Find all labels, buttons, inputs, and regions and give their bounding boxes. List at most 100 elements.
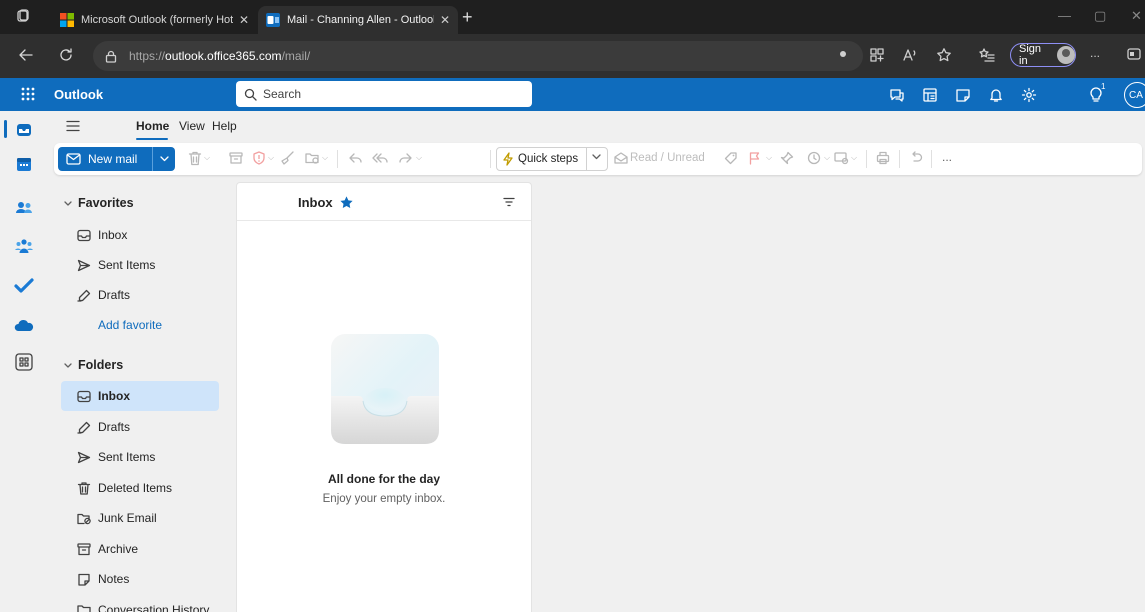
rules-icon[interactable] <box>834 151 849 165</box>
print-icon[interactable] <box>876 151 890 165</box>
pin-icon[interactable] <box>780 151 794 165</box>
browser-tab-outlook-hotmail[interactable]: Microsoft Outlook (formerly Hot ✕ <box>52 6 257 34</box>
favorite-item-inbox[interactable]: Inbox <box>61 220 219 250</box>
settings-gear-icon[interactable] <box>1021 87 1037 103</box>
move-to-folder-icon[interactable] <box>305 151 320 165</box>
folder-item-inbox[interactable]: Inbox <box>61 381 219 411</box>
new-mail-button[interactable]: New mail <box>58 147 175 171</box>
folders-header[interactable]: Folders <box>64 358 123 372</box>
ribbon-divider <box>337 150 338 168</box>
teams-chat-icon[interactable] <box>889 87 905 103</box>
close-tab-icon[interactable]: ✕ <box>239 13 249 27</box>
url-path: /mail/ <box>281 49 311 63</box>
flag-icon[interactable] <box>748 151 762 165</box>
lock-icon <box>105 50 117 63</box>
hamburger-menu-icon[interactable] <box>66 120 80 132</box>
sweep-icon[interactable] <box>280 151 294 165</box>
more-commands-button[interactable]: ... <box>942 150 952 164</box>
send-icon <box>77 259 91 271</box>
folder-item-sent-items[interactable]: Sent Items <box>61 442 219 472</box>
browser-tab-outlook-mail[interactable]: Mail - Channing Allen - Outlook ✕ <box>258 6 458 34</box>
favorite-star-icon[interactable] <box>936 47 952 63</box>
office-app-icon[interactable] <box>922 87 938 103</box>
app-available-icon[interactable] <box>869 47 885 63</box>
tab-home[interactable]: Home <box>136 119 169 133</box>
app-launcher-icon[interactable] <box>20 86 36 102</box>
favorite-item-drafts[interactable]: Drafts <box>61 280 219 310</box>
back-arrow-icon[interactable] <box>18 47 34 63</box>
reply-icon[interactable] <box>348 151 363 165</box>
more-apps-icon[interactable] <box>13 351 35 373</box>
undo-icon[interactable] <box>909 151 923 165</box>
folder-title: Inbox <box>298 195 333 210</box>
folder-item-drafts[interactable]: Drafts <box>61 412 219 442</box>
url-scheme: https:// <box>129 49 166 63</box>
outlook-header: Outlook Search 1 CA <box>0 78 1145 111</box>
favorites-collection-icon[interactable] <box>979 47 995 63</box>
new-tab-icon[interactable]: + <box>462 8 473 26</box>
tab-actions-icon[interactable] <box>16 9 30 23</box>
folder-item-junk-email[interactable]: Junk Email <box>61 503 219 533</box>
tab-help[interactable]: Help <box>212 119 237 133</box>
favorite-item-sent-items[interactable]: Sent Items <box>61 250 219 280</box>
read-unread-label[interactable]: Read / Unread <box>630 152 705 164</box>
favorites-header[interactable]: Favorites <box>64 196 134 210</box>
minimize-window-icon[interactable]: — <box>1058 8 1071 23</box>
close-window-icon[interactable]: ✕ <box>1131 8 1142 24</box>
reading-pane <box>536 182 1145 612</box>
close-tab-icon[interactable]: ✕ <box>440 13 450 27</box>
notifications-bell-icon[interactable] <box>988 87 1004 103</box>
mail-app-icon[interactable] <box>13 119 35 141</box>
read-aloud-icon[interactable] <box>902 47 918 63</box>
browser-more-button[interactable]: ... <box>1090 46 1100 60</box>
inbox-icon <box>77 229 91 241</box>
send-icon <box>77 451 91 463</box>
folder-item-notes[interactable]: Notes <box>61 564 219 594</box>
snooze-clock-icon[interactable] <box>807 151 821 165</box>
favorite-star-filled-icon[interactable] <box>339 195 354 210</box>
onedrive-app-icon[interactable] <box>13 315 35 337</box>
url-field[interactable]: https://outlook.office365.com/mail/ <box>93 41 863 71</box>
restore-window-icon[interactable]: ▢ <box>1094 8 1106 24</box>
people-app-icon[interactable] <box>13 197 35 219</box>
folder-item-archive[interactable]: Archive <box>61 534 219 564</box>
tab-view[interactable]: View <box>179 119 205 133</box>
flag-dropdown-icon[interactable]: ⌵ <box>766 153 772 163</box>
search-input[interactable]: Search <box>236 81 532 107</box>
folder-item-conversation-history[interactable]: Conversation History <box>61 595 219 612</box>
new-mail-dropdown-icon[interactable] <box>153 156 175 162</box>
folder-label: Notes <box>98 572 130 586</box>
quick-steps-button[interactable]: Quick steps <box>496 147 608 171</box>
read-unread-icon[interactable] <box>614 151 628 165</box>
delete-dropdown-icon[interactable]: ⌵ <box>204 153 210 163</box>
move-dropdown-icon[interactable]: ⌵ <box>322 153 328 163</box>
filter-icon[interactable] <box>503 197 515 207</box>
forward-icon[interactable] <box>398 151 413 165</box>
delete-icon[interactable] <box>188 151 202 166</box>
archive-icon[interactable] <box>229 151 243 165</box>
report-dropdown-icon[interactable]: ⌵ <box>268 153 274 163</box>
todo-app-icon[interactable] <box>13 275 35 297</box>
rules-dropdown-icon[interactable]: ⌵ <box>851 153 857 163</box>
sign-in-button[interactable]: Sign in <box>1010 43 1076 67</box>
categorize-tag-icon[interactable] <box>724 151 738 165</box>
report-icon[interactable] <box>252 151 266 165</box>
outlook-logo-icon <box>266 13 280 27</box>
quick-steps-dropdown-icon[interactable] <box>592 154 601 160</box>
groups-app-icon[interactable] <box>13 235 35 257</box>
tracking-prevention-icon[interactable] <box>836 47 850 61</box>
microsoft-logo-icon <box>60 13 74 27</box>
add-favorite-link[interactable]: Add favorite <box>61 310 219 340</box>
snooze-dropdown-icon[interactable]: ⌵ <box>824 153 830 163</box>
quick-steps-label: Quick steps <box>518 153 579 165</box>
account-avatar[interactable]: CA <box>1124 82 1145 108</box>
sidebar-toggle-icon[interactable] <box>1127 47 1141 61</box>
refresh-icon[interactable] <box>58 47 74 63</box>
reply-all-icon[interactable] <box>372 151 389 165</box>
calendar-app-icon[interactable] <box>13 153 35 175</box>
app-name[interactable]: Outlook <box>54 87 103 102</box>
folder-item-deleted-items[interactable]: Deleted Items <box>61 473 219 503</box>
my-day-icon[interactable] <box>955 87 971 103</box>
empty-inbox-illustration <box>331 334 439 444</box>
respond-dropdown-icon[interactable]: ⌵ <box>416 153 422 163</box>
